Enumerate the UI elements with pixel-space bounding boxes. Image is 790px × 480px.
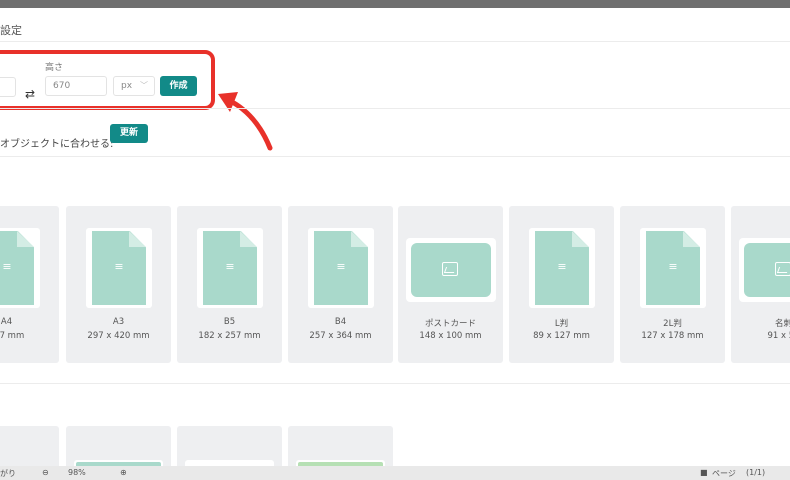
- preset-card[interactable]: ポストカード 148 x 100 mm: [398, 206, 503, 363]
- preset-name: A3: [112, 317, 125, 327]
- divider: [0, 108, 790, 109]
- preset-name: L判: [554, 319, 569, 329]
- page-count: (1/1): [746, 468, 766, 477]
- document-thumbnail: ≡: [0, 228, 40, 308]
- fit-objects-label: オブジェクトに合わせる:: [0, 139, 114, 150]
- preset-size: 148 x 100 mm: [419, 331, 482, 341]
- preset-name: 名刺: [774, 319, 790, 329]
- preset-card[interactable]: [288, 426, 393, 466]
- document-icon: ≡: [336, 260, 346, 273]
- document-thumbnail: ≡: [308, 228, 374, 308]
- divider: [0, 383, 790, 384]
- preset-size: 182 x 257 mm: [198, 331, 261, 341]
- preset-card[interactable]: ≡ A3 297 x 420 mm: [66, 206, 171, 363]
- preset-size: 89 x 127 mm: [533, 331, 590, 341]
- preset-size: 91 x 55: [767, 331, 790, 341]
- preset-name: B4: [334, 317, 347, 327]
- annotation-highlight-box: [0, 50, 215, 110]
- preset-name: A4: [0, 317, 13, 327]
- preset-card[interactable]: ≡ L判 89 x 127 mm: [509, 206, 614, 363]
- page-label: ページ: [712, 469, 736, 478]
- divider: [0, 156, 790, 157]
- page-setup-dialog: 設定 ⇄ 高さ 670 px ﹀ 作成 オブジェクトに合わせる: 更新 ≡A42…: [0, 8, 790, 466]
- zoom-in-icon[interactable]: ⊕: [120, 468, 127, 477]
- preset-name: 2L判: [663, 319, 682, 329]
- preset-size: 297 mm: [0, 331, 25, 341]
- preset-card[interactable]: ≡ B5 182 x 257 mm: [177, 206, 282, 363]
- zoom-level[interactable]: 98%: [68, 468, 86, 477]
- divider: [0, 41, 790, 42]
- status-left-text: がり: [0, 469, 16, 478]
- update-button[interactable]: 更新: [110, 124, 148, 143]
- document-icon: ≡: [114, 260, 124, 273]
- image-icon: [442, 262, 458, 276]
- preset-card[interactable]: [177, 426, 282, 466]
- preset-name: ポストカード: [424, 319, 476, 329]
- document-thumbnail: ≡: [529, 228, 595, 308]
- preset-size: 257 x 364 mm: [309, 331, 372, 341]
- annotation-arrow: [218, 92, 273, 151]
- preset-name: B5: [223, 317, 236, 327]
- landscape-thumbnail: [406, 238, 496, 302]
- preset-card[interactable]: ≡ A4 297 mm: [0, 206, 59, 363]
- preset-card[interactable]: [66, 426, 171, 466]
- document-thumbnail: ≡: [197, 228, 263, 308]
- zoom-out-icon[interactable]: ⊖: [42, 468, 49, 477]
- preset-card[interactable]: [0, 426, 59, 466]
- document-thumbnail: ≡: [640, 228, 706, 308]
- preset-card[interactable]: 名刺 91 x 55: [731, 206, 790, 363]
- image-icon: [775, 262, 790, 276]
- preset-card[interactable]: ≡ 2L判 127 x 178 mm: [620, 206, 725, 363]
- document-thumbnail: ≡: [86, 228, 152, 308]
- dialog-title: 設定: [0, 24, 22, 37]
- document-icon: ≡: [225, 260, 235, 273]
- preset-size: 297 x 420 mm: [87, 331, 150, 341]
- document-icon: ≡: [2, 260, 12, 273]
- document-icon: ≡: [557, 260, 567, 273]
- page-icon: ■: [700, 468, 708, 477]
- preset-card[interactable]: ≡ B4 257 x 364 mm: [288, 206, 393, 363]
- landscape-thumbnail: [739, 238, 790, 302]
- window-top-bar: [0, 0, 790, 8]
- preset-size: 127 x 178 mm: [641, 331, 704, 341]
- status-bar: がり ⊖ 98% ⊕ ■ ページ (1/1): [0, 466, 790, 480]
- document-icon: ≡: [668, 260, 678, 273]
